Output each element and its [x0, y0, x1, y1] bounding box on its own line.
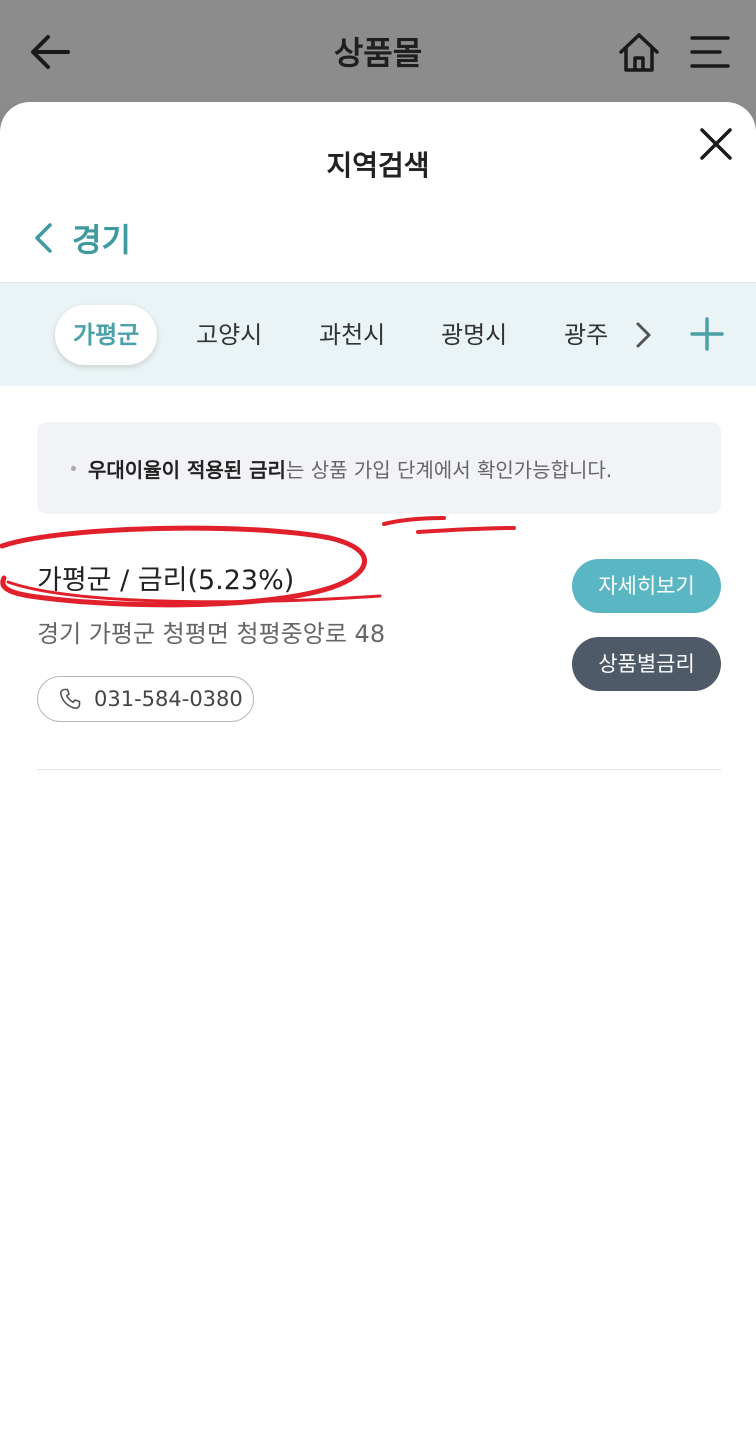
notice-text: 우대이율이 적용된 금리는 상품 가입 단계에서 확인가능합니다.: [88, 454, 612, 483]
chevron-left-icon[interactable]: [32, 221, 54, 255]
branch-address: 경기 가평군 청평면 청평중앙로 48: [37, 620, 386, 648]
home-icon[interactable]: [616, 30, 662, 74]
plus-icon[interactable]: [690, 317, 724, 351]
region-tab-bar: 가평군 고양시 과천시 광명시 광주: [0, 282, 756, 386]
notice-bold: 우대이율이 적용된 금리: [88, 457, 286, 482]
list-divider: [37, 769, 721, 770]
branch-title: 가평군 / 금리(5.23%): [37, 565, 295, 596]
tab-region-2[interactable]: 과천시: [319, 305, 385, 365]
region-search-sheet: 지역검색 경기 가평군 고양시 과천시 광명시 광주 우대이율이 적용된 금리는…: [0, 102, 756, 1446]
chevron-right-icon[interactable]: [634, 321, 652, 349]
tab-region-1[interactable]: 고양시: [196, 305, 262, 365]
product-rates-button[interactable]: 상품별금리: [572, 637, 721, 691]
breadcrumb[interactable]: 경기: [32, 214, 131, 262]
bullet-dot: [71, 465, 76, 471]
close-icon[interactable]: [698, 126, 734, 162]
phone-number: 031-584-0380: [94, 687, 243, 711]
rate-notice: 우대이율이 적용된 금리는 상품 가입 단계에서 확인가능합니다.: [37, 422, 721, 514]
sheet-title: 지역검색: [326, 149, 430, 182]
phone-button[interactable]: 031-584-0380: [37, 676, 254, 722]
app-bar: 상품몰: [0, 0, 756, 104]
tab-region-3[interactable]: 광명시: [441, 305, 507, 365]
phone-icon: [59, 688, 81, 710]
breadcrumb-label: 경기: [72, 221, 131, 259]
tab-region-4[interactable]: 광주: [564, 305, 608, 365]
menu-icon[interactable]: [690, 34, 730, 70]
tab-region-0[interactable]: 가평군: [55, 305, 158, 365]
notice-rest: 는 상품 가입 단계에서 확인가능합니다.: [285, 457, 613, 482]
detail-button[interactable]: 자세히보기: [572, 559, 721, 613]
